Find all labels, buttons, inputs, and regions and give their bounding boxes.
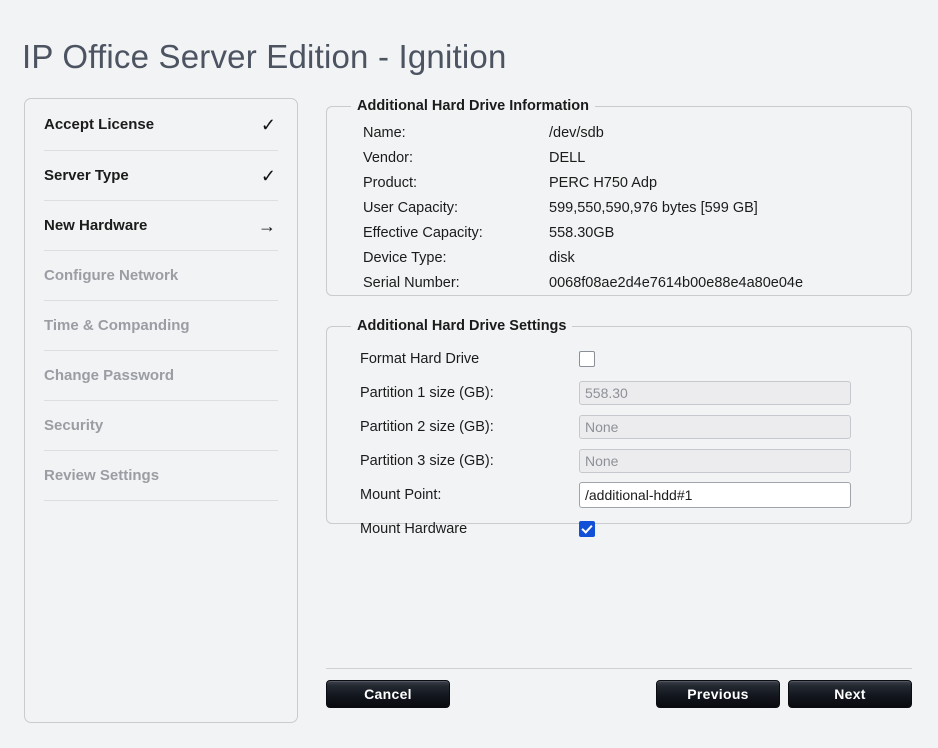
sidebar-item-label: Server Type [44, 167, 129, 184]
format-hard-drive-row: Format Hard Drive [327, 342, 911, 376]
footer-divider [326, 668, 912, 669]
info-row-value: DELL [549, 149, 586, 166]
info-row-label: Product: [363, 174, 417, 191]
sidebar-item-new-hardware[interactable]: New Hardware → [44, 201, 278, 251]
additional-hard-drive-information-panel: Additional Hard Drive Information Name: /… [326, 98, 912, 296]
info-row: Name: /dev/sdb [327, 120, 911, 145]
partition-3-row: Partition 3 size (GB): [327, 444, 911, 478]
info-row-label: Effective Capacity: [363, 224, 483, 241]
partition-1-input[interactable] [579, 381, 851, 405]
hard-drive-info-list: Name: /dev/sdb Vendor: DELL Product: PERC H75… [327, 114, 911, 295]
info-panel-legend: Additional Hard Drive Information [357, 98, 590, 114]
info-row-value: /dev/sdb [549, 124, 604, 141]
sidebar-item-label: New Hardware [44, 217, 148, 234]
partition-2-label: Partition 2 size (GB): [360, 419, 494, 435]
partition-3-label: Partition 3 size (GB): [360, 453, 494, 469]
main-content: Additional Hard Drive Information Name: /… [326, 98, 912, 723]
mount-point-label: Mount Point: [360, 487, 442, 503]
sidebar-item-review-settings[interactable]: Review Settings [44, 451, 278, 501]
sidebar-item-label: Time & Companding [44, 317, 190, 334]
partition-3-input[interactable] [579, 449, 851, 473]
wizard-footer: Cancel Previous Next [326, 668, 912, 708]
cancel-button[interactable]: Cancel [326, 680, 450, 708]
info-row: Vendor: DELL [327, 145, 911, 170]
partition-1-label: Partition 1 size (GB): [360, 385, 494, 401]
info-row-value: disk [549, 249, 575, 266]
info-row-label: User Capacity: [363, 199, 459, 216]
sidebar-item-label: Accept License [44, 116, 155, 133]
mount-point-row: Mount Point: [327, 478, 911, 512]
check-icon: ✓ [260, 114, 276, 135]
arrow-right-icon: → [258, 215, 276, 236]
hard-drive-settings-form: Format Hard Drive Partition 1 size (GB):… [327, 334, 911, 546]
partition-2-input[interactable] [579, 415, 851, 439]
partition-2-row: Partition 2 size (GB): [327, 410, 911, 444]
sidebar-item-label: Review Settings [44, 467, 160, 484]
check-icon: ✓ [260, 165, 276, 186]
page-title: IP Office Server Edition - Ignition [22, 38, 507, 76]
sidebar-item-label: Configure Network [44, 267, 179, 284]
info-row-label: Serial Number: [363, 274, 460, 291]
info-row: Effective Capacity: 558.30GB [327, 220, 911, 245]
info-row: Device Type: disk [327, 245, 911, 270]
partition-1-row: Partition 1 size (GB): [327, 376, 911, 410]
mount-point-input[interactable] [579, 482, 851, 508]
next-button[interactable]: Next [788, 680, 912, 708]
previous-button[interactable]: Previous [656, 680, 780, 708]
sidebar-item-configure-network[interactable]: Configure Network [44, 251, 278, 301]
sidebar-item-change-password[interactable]: Change Password [44, 351, 278, 401]
info-row: Serial Number: 0068f08ae2d4e7614b00e88e4a… [327, 270, 911, 295]
mount-hardware-checkbox[interactable] [579, 521, 595, 537]
additional-hard-drive-settings-panel: Additional Hard Drive Settings Format Ha… [326, 318, 912, 537]
sidebar-item-accept-license[interactable]: Accept License ✓ [44, 99, 278, 151]
info-row-value: PERC H750 Adp [549, 174, 658, 191]
sidebar-item-security[interactable]: Security [44, 401, 278, 451]
info-row-label: Vendor: [363, 149, 413, 166]
info-row-label: Device Type: [363, 249, 447, 266]
sidebar-item-label: Security [44, 417, 104, 434]
info-row: User Capacity: 599,550,590,976 bytes [599… [327, 195, 911, 220]
info-row-value: 599,550,590,976 bytes [599 GB] [549, 199, 758, 216]
wizard-step-sidebar: Accept License ✓ Server Type ✓ New Hardware →… [24, 98, 298, 723]
info-row-label: Name: [363, 124, 406, 141]
mount-hardware-label: Mount Hardware [360, 521, 468, 537]
format-hard-drive-checkbox[interactable] [579, 351, 595, 367]
sidebar-item-label: Change Password [44, 367, 175, 384]
sidebar-item-time-companding[interactable]: Time & Companding [44, 301, 278, 351]
mount-hardware-row: Mount Hardware [327, 512, 911, 546]
info-row-value: 0068f08ae2d4e7614b00e88e4a80e04e [549, 274, 804, 291]
settings-panel-legend: Additional Hard Drive Settings [357, 318, 567, 334]
info-row: Product: PERC H750 Adp [327, 170, 911, 195]
footer-button-bar: Cancel Previous Next [326, 680, 912, 708]
sidebar-item-server-type[interactable]: Server Type ✓ [44, 151, 278, 201]
format-hard-drive-label: Format Hard Drive [360, 351, 480, 367]
info-row-value: 558.30GB [549, 224, 615, 241]
